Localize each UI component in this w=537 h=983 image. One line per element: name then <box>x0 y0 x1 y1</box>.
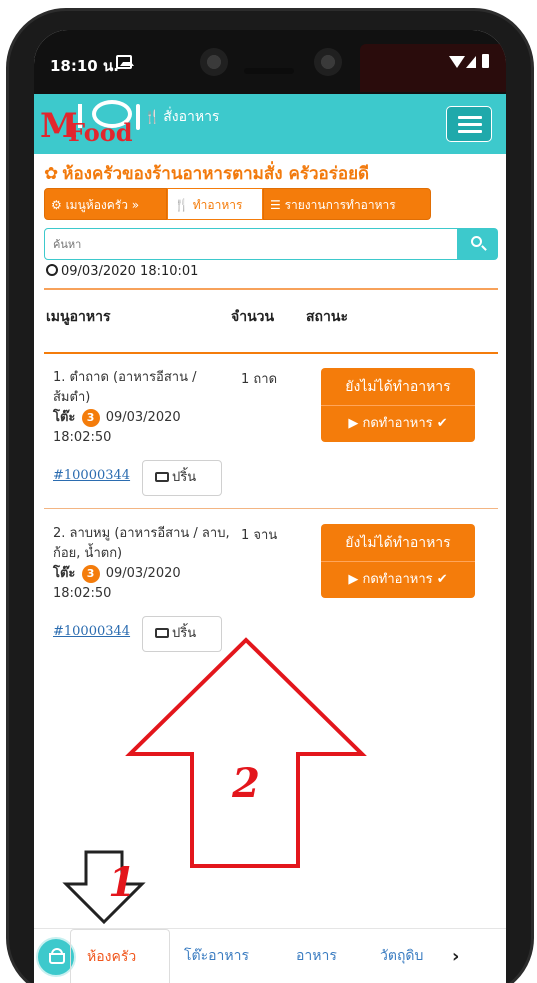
search-icon-handle <box>481 245 487 251</box>
table-info: โต๊ะ 3 09/03/2020 18:02:50 <box>53 408 235 448</box>
table-label: โต๊ะ <box>53 566 76 581</box>
image-notification-icon <box>116 55 134 69</box>
row-divider <box>44 508 498 509</box>
last-updated-time: 09/03/2020 18:10:01 <box>46 264 198 279</box>
not-cooked-status-button[interactable]: ยังไม่ได้ทำอาหาร <box>321 524 475 562</box>
nav-tab-ingredients[interactable]: วัตถุดิบ <box>380 929 423 983</box>
start-cooking-button[interactable]: ▶ กดทำอาหาร ✔ <box>321 562 475 598</box>
table-label: โต๊ะ <box>53 410 76 425</box>
printer-icon <box>155 472 169 482</box>
logo-word-food: Food <box>68 118 133 147</box>
table-number-badge: 3 <box>81 565 100 583</box>
table-number-badge: 3 <box>81 409 100 427</box>
item-quantity: 1 ถาด <box>241 372 278 387</box>
status-time: 18:10 น. <box>50 57 119 75</box>
nav-tab-tables[interactable]: โต๊ะอาหาร <box>184 929 249 983</box>
top-navbar: M Food 🍴 สั่งอาหาร <box>34 94 506 154</box>
knife-icon <box>136 104 140 130</box>
order-number-link[interactable]: #10000344 <box>53 624 130 639</box>
print-label: ปริ้น <box>172 626 197 641</box>
menu-item-name: 2. ลาบหมู (อาหารอีสาน / ลาบ, ก้อย, น้ำตก… <box>53 526 230 561</box>
search-button[interactable] <box>458 228 498 260</box>
search-icon <box>471 236 482 247</box>
header-divider <box>44 352 498 354</box>
bottom-navigation: ห้องครัว โต๊ะอาหาร อาหาร วัตถุดิบ › <box>34 928 506 983</box>
cook-tab-button[interactable]: 🍴 ทำอาหาร <box>167 188 263 220</box>
item-quantity: 1 จาน <box>241 528 278 543</box>
last-updated-value: 09/03/2020 18:10:01 <box>61 264 199 279</box>
print-label: ปริ้น <box>172 470 197 485</box>
hamburger-bar <box>458 116 482 119</box>
hamburger-bar <box>458 130 482 133</box>
wifi-icon <box>449 56 465 68</box>
basket-icon <box>49 953 65 964</box>
nav-tab-kitchen[interactable]: ห้องครัว <box>70 929 170 983</box>
print-button[interactable]: ปริ้น <box>142 616 222 652</box>
status-indicator-area <box>360 44 506 92</box>
nav-tab-food[interactable]: อาหาร <box>296 929 337 983</box>
print-button[interactable]: ปริ้น <box>142 460 222 496</box>
page-title-text: ห้องครัวของร้านอาหารตามสั่ง ครัวอร่อยดี <box>62 164 370 184</box>
signal-icon <box>466 56 476 68</box>
front-camera-icon <box>200 48 228 76</box>
printer-icon <box>155 628 169 638</box>
page-title: ✿ ห้องครัวของร้านอาหารตามสั่ง ครัวอร่อยดี <box>44 160 498 187</box>
earpiece-speaker <box>244 68 294 74</box>
mfood-logo[interactable]: M Food <box>40 98 144 148</box>
table-info: โต๊ะ 3 09/03/2020 18:02:50 <box>53 564 235 604</box>
menu-item-name: 1. ตำถาด (อาหารอีสาน / ส้มตำ) <box>53 370 197 405</box>
clock-icon <box>46 264 58 276</box>
order-food-label: สั่งอาหาร <box>163 109 220 125</box>
app-screen: 18:10 น. M Food 🍴 สั่งอาหาร ✿ ห้องครัวขอ… <box>34 30 506 983</box>
cooking-report-button[interactable]: ☰ รายงานการทำอาหาร <box>263 188 431 220</box>
battery-icon <box>482 54 489 68</box>
search-bar <box>44 228 498 260</box>
hamburger-bar <box>458 123 482 126</box>
order-food-link[interactable]: 🍴 สั่งอาหาร <box>144 106 219 128</box>
kitchen-menu-button[interactable]: ⚙ เมนูห้องครัว » <box>44 188 167 220</box>
gear-icon: ✿ <box>44 164 59 184</box>
kitchen-toolbar: ⚙ เมนูห้องครัว » 🍴 ทำอาหาร ☰ รายงานการทำ… <box>44 188 432 220</box>
search-input[interactable] <box>44 228 458 260</box>
phone-frame: 18:10 น. M Food 🍴 สั่งอาหาร ✿ ห้องครัวขอ… <box>0 0 537 983</box>
hamburger-menu-button[interactable] <box>446 106 492 142</box>
start-cooking-button[interactable]: ▶ กดทำอาหาร ✔ <box>321 406 475 442</box>
status-bar: 18:10 น. <box>34 30 506 94</box>
order-number-link[interactable]: #10000344 <box>53 468 130 483</box>
column-header-status: สถานะ <box>306 309 348 325</box>
front-camera-icon <box>314 48 342 76</box>
not-cooked-status-button[interactable]: ยังไม่ได้ทำอาหาร <box>321 368 475 406</box>
chevron-right-icon[interactable]: › <box>452 929 474 983</box>
divider <box>44 288 498 290</box>
column-header-quantity: จำนวน <box>231 309 275 325</box>
cutlery-icon: 🍴 <box>144 110 161 125</box>
column-header-menu: เมนูอาหาร <box>46 309 111 325</box>
